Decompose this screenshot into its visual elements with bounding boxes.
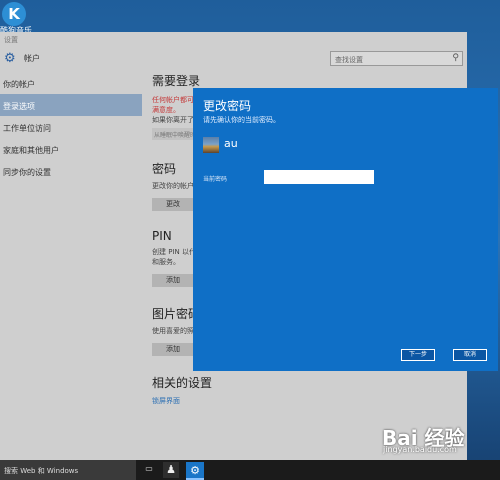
dialog-title: 更改密码 xyxy=(203,99,252,113)
settings-taskbar-icon[interactable]: ⚙ xyxy=(186,462,204,480)
kugou-desktop-icon[interactable]: K xyxy=(2,2,26,26)
cancel-button[interactable]: 取消 xyxy=(453,349,487,361)
add-picture-password-button[interactable]: 添加 xyxy=(152,343,194,356)
gear-icon: ⚙ xyxy=(4,51,16,66)
taskbar: 搜索 Web 和 Windows ▭ ♟ ⚙ xyxy=(0,460,500,480)
change-password-dialog: 更改密码 请先确认你的当前密码。 au 当前密码 下一步 取消 xyxy=(193,88,498,371)
username: au xyxy=(224,137,238,150)
taskbar-search-box[interactable]: 搜索 Web 和 Windows xyxy=(0,460,136,480)
current-password-input[interactable] xyxy=(264,170,374,184)
sidebar: 你的帐户 登录选项 工作单位访问 家庭和其他用户 同步你的设置 xyxy=(0,72,142,182)
lock-screen-link[interactable]: 锁屏界面 xyxy=(152,396,467,406)
sidebar-item-family-users[interactable]: 家庭和其他用户 xyxy=(0,138,142,160)
current-password-label: 当前密码 xyxy=(203,176,228,183)
settings-search-input[interactable]: 查找设置 ⚲ xyxy=(330,51,463,66)
sidebar-item-work-access[interactable]: 工作单位访问 xyxy=(0,116,142,138)
task-view-icon[interactable]: ▭ xyxy=(143,464,155,475)
sidebar-item-your-account[interactable]: 你的帐户 xyxy=(0,72,142,94)
sidebar-item-signin-options[interactable]: 登录选项 xyxy=(0,94,142,116)
search-icon[interactable]: ⚲ xyxy=(452,53,459,63)
window-title: 设置 xyxy=(4,36,18,44)
taskbar-app-icon[interactable]: ♟ xyxy=(163,462,179,478)
add-pin-button[interactable]: 添加 xyxy=(152,274,194,287)
next-button[interactable]: 下一步 xyxy=(401,349,435,361)
related-settings-heading: 相关的设置 xyxy=(152,376,213,390)
change-password-button[interactable]: 更改 xyxy=(152,198,194,211)
user-avatar xyxy=(203,137,219,153)
page-title: 帐户 xyxy=(24,54,40,63)
dialog-subtitle: 请先确认你的当前密码。 xyxy=(203,116,280,124)
settings-header: ⚙ 帐户 查找设置 ⚲ xyxy=(0,46,467,72)
search-placeholder: 查找设置 xyxy=(335,56,363,64)
watermark-url: jingyan.baidu.com xyxy=(383,445,457,454)
sidebar-item-sync-settings[interactable]: 同步你的设置 xyxy=(0,160,142,182)
require-signin-heading: 需要登录 xyxy=(152,74,201,88)
